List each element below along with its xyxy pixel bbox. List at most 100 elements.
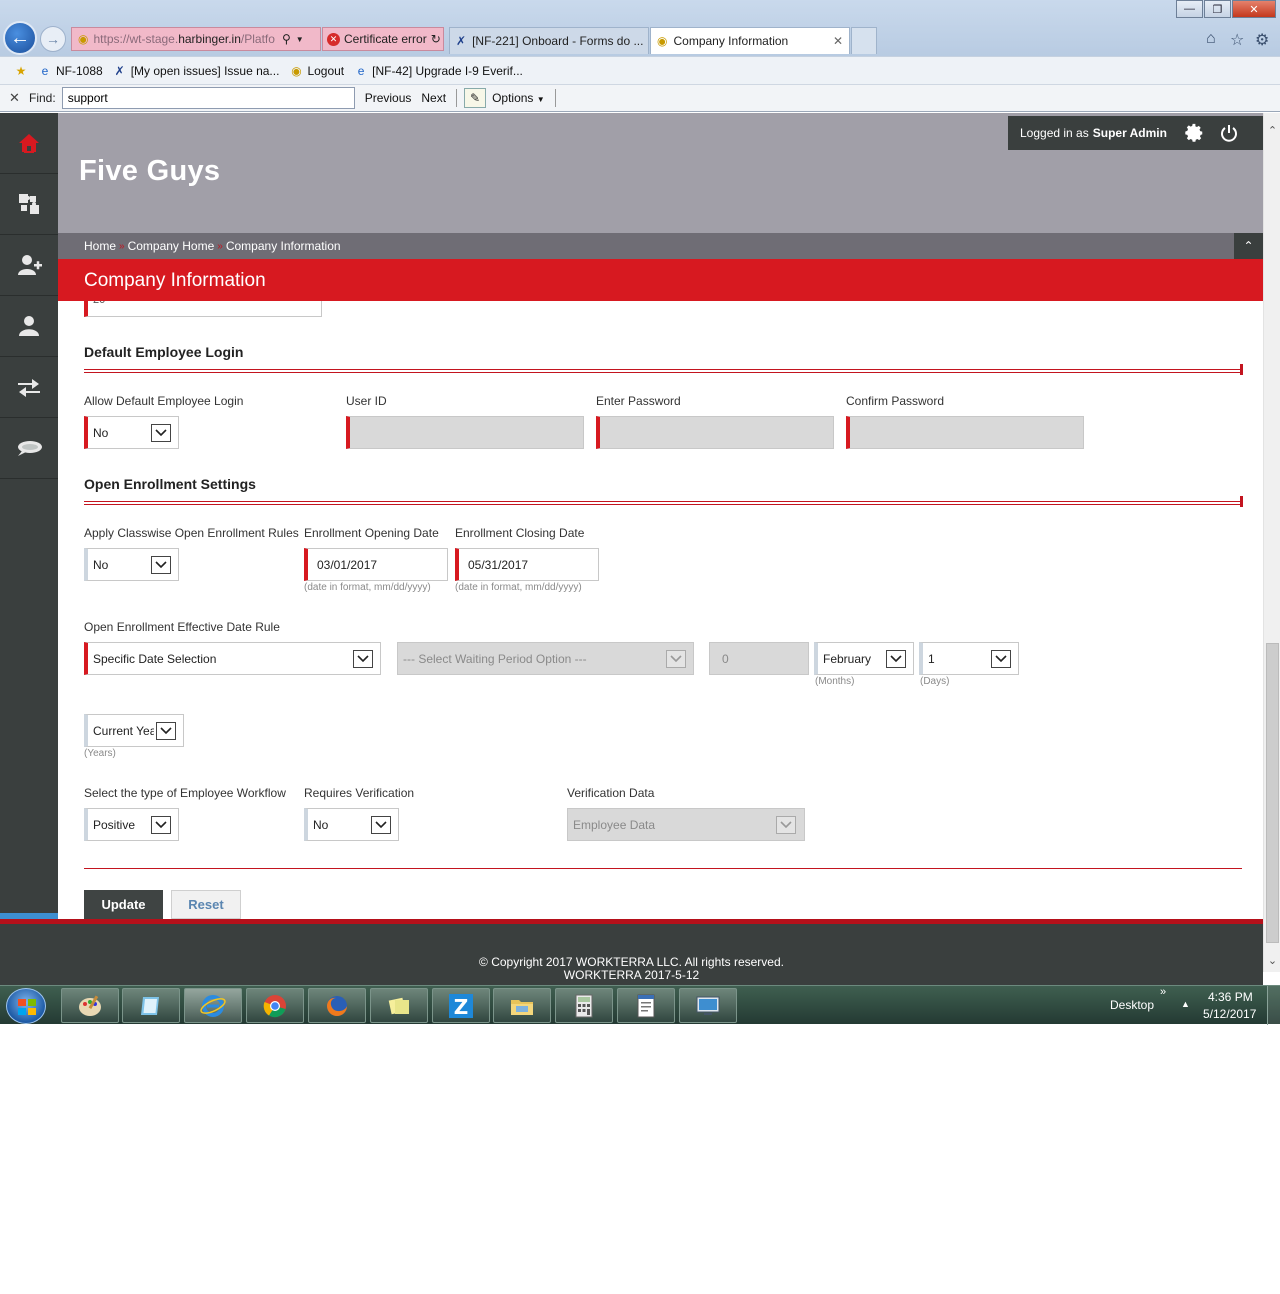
closing-date-input[interactable]: 05/31/2017 [455,548,599,581]
tab-company-information[interactable]: ◉ Company Information ✕ [650,27,850,54]
requires-verification-select[interactable]: No [304,808,399,841]
highlight-icon[interactable]: ✎ [464,88,487,108]
refresh-icon[interactable]: ↻ [431,32,441,46]
find-previous-button[interactable]: Previous [365,91,412,105]
calculator-icon [575,994,593,1017]
back-button[interactable]: ← [3,21,37,55]
partial-field-value: 20 [93,301,105,306]
reset-button[interactable]: Reset [171,890,241,919]
taskbar-chrome[interactable] [246,988,304,1023]
internet-explorer-icon [200,994,226,1017]
clock-time[interactable]: 4:36 PM [1208,990,1253,1004]
taskbar-sticky-notes[interactable] [370,988,428,1023]
confirm-password-input[interactable] [846,416,1084,449]
scroll-up-arrow-icon[interactable]: ⌃ [1264,123,1280,140]
update-button[interactable]: Update [84,890,163,919]
user-bar: Logged in as Super Admin [1008,116,1263,150]
chevron-down-icon [151,816,171,834]
show-hidden-icons-icon[interactable]: ▲ [1181,999,1190,1009]
sidebar-item-messages[interactable] [0,418,58,479]
year-select[interactable]: Current Yea [84,714,184,747]
month-value: February [823,651,872,666]
maximize-button[interactable]: ❐ [1204,0,1231,18]
section-divider [84,364,1243,375]
close-find-icon[interactable]: ✕ [9,90,21,106]
favorite-logout[interactable]: ◉ Logout [289,64,344,78]
minimize-button[interactable]: — [1176,0,1203,18]
taskbar-remote-desktop[interactable] [679,988,737,1023]
sidebar-item-add-user[interactable] [0,235,58,296]
user-id-input[interactable] [346,416,584,449]
tools-gear-icon[interactable]: ⚙ [1255,30,1269,50]
taskbar-explorer[interactable] [493,988,551,1023]
month-select[interactable]: February [814,642,914,675]
forward-button[interactable]: → [40,26,66,52]
favorite-nf-1088[interactable]: e NF-1088 [38,64,103,78]
partial-field[interactable]: 20 [84,301,322,317]
taskbar-paint[interactable] [61,988,119,1023]
scroll-down-arrow-icon[interactable]: ⌄ [1264,953,1280,970]
chevron-down-icon [991,650,1011,668]
new-tab-button[interactable] [851,27,877,54]
sidebar-item-plugins[interactable] [0,174,58,235]
tab-nf-221[interactable]: ✗ [NF-221] Onboard - Forms do ... [449,27,649,54]
favorite-open-issues[interactable]: ✗ [My open issues] Issue na... [113,64,280,78]
start-button[interactable] [6,988,46,1024]
day-value: 1 [928,651,935,666]
classwise-rules-select[interactable]: No [84,548,179,581]
dropdown-icon[interactable]: ▼ [296,35,304,44]
opening-date-input[interactable]: 03/01/2017 [304,548,448,581]
taskbar-firefox[interactable] [308,988,366,1023]
breadcrumb-home[interactable]: Home [84,239,116,253]
user-id-label: User ID [346,394,387,408]
chrome-icon [263,994,286,1017]
effective-date-rule-value: Specific Date Selection [93,651,217,666]
verification-data-select[interactable]: Employee Data [567,808,805,841]
desktop-toolbar-label[interactable]: Desktop [1110,998,1154,1012]
taskbar-z-app[interactable]: Z [432,988,490,1023]
gear-icon[interactable] [1183,122,1205,144]
toolbar-expand-icon[interactable]: » [1160,986,1166,998]
document-icon [637,994,655,1017]
sidebar-item-employees[interactable] [0,296,58,357]
collapse-header-button[interactable]: ⌃ [1234,233,1263,259]
favorite-nf-42[interactable]: e [NF-42] Upgrade I-9 Everif... [354,64,523,78]
favorite-label: [My open issues] Issue na... [130,63,280,78]
site-icon: ◉ [291,63,302,78]
workflow-type-select[interactable]: Positive [84,808,179,841]
paint-palette-icon [79,994,101,1016]
show-desktop-button[interactable] [1267,986,1280,1025]
scrollbar-thumb[interactable] [1266,643,1279,943]
allow-default-login-value: No [93,425,109,440]
day-select[interactable]: 1 [919,642,1019,675]
enter-password-input[interactable] [596,416,834,449]
clock-date[interactable]: 5/12/2017 [1203,1007,1256,1021]
sidebar-item-transfer[interactable] [0,357,58,418]
effective-date-rule-select[interactable]: Specific Date Selection [84,642,381,675]
close-tab-icon[interactable]: ✕ [833,34,843,48]
breadcrumb-company-home[interactable]: Company Home [128,239,215,253]
svg-text:Z: Z [454,995,469,1019]
address-bar[interactable]: ◉ https://wt-stage. harbinger.in/Platfo ⚲… [71,27,321,51]
home-icon[interactable]: ⌂ [1206,30,1216,48]
taskbar-calculator[interactable] [555,988,613,1023]
taskbar-internet-explorer[interactable] [184,988,242,1023]
power-icon[interactable] [1219,123,1239,143]
user-name: Super Admin [1092,126,1167,140]
verification-data-label: Verification Data [567,786,655,800]
certificate-error[interactable]: ✕ Certificate error ↻ [322,27,444,51]
find-input[interactable] [61,87,355,109]
favorites-star-icon[interactable]: ☆ [1230,30,1244,50]
search-icon[interactable]: ⚲ [282,32,291,46]
sidebar-item-home[interactable] [0,113,58,174]
waiting-period-select[interactable]: --- Select Waiting Period Option --- [397,642,694,675]
close-window-button[interactable]: ✕ [1232,0,1276,18]
waiting-number-input[interactable]: 0 [709,642,809,675]
page-scrollbar[interactable]: ⌃ ⌄ [1263,113,1280,972]
taskbar-document[interactable] [617,988,675,1023]
allow-default-login-select[interactable]: No [84,416,179,449]
find-options-button[interactable]: Options ▼ [492,91,545,105]
find-next-button[interactable]: Next [421,91,446,105]
add-favorite-icon[interactable]: ★ [14,64,28,78]
taskbar-notes[interactable] [122,988,180,1023]
